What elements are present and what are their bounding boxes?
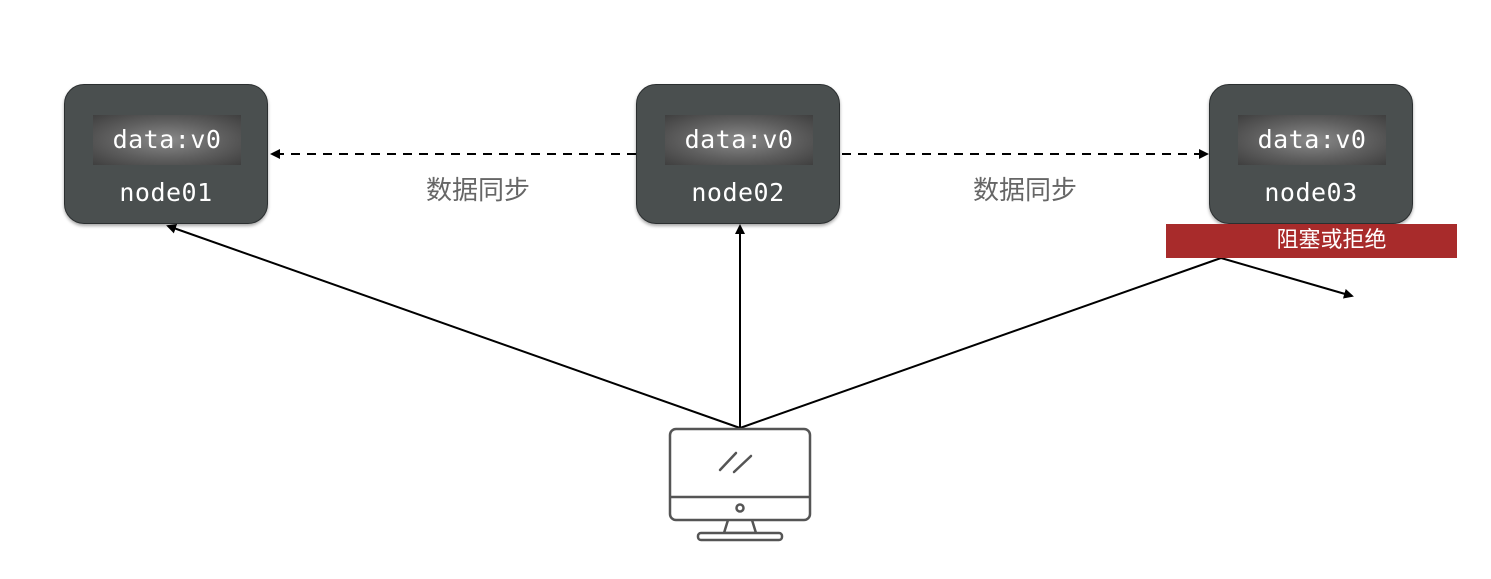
node03-data-value: data:v0 [1238, 115, 1386, 165]
node01-label: node01 [119, 178, 213, 207]
request-line-to-block [739, 257, 1222, 429]
request-arrow-to-node01 [166, 223, 741, 429]
node03-box: data:v0 node03 [1209, 84, 1413, 224]
sync-label-left: 数据同步 [425, 176, 530, 206]
computer-monitor-icon [668, 427, 812, 542]
sync-label-right: 数据同步 [972, 176, 1077, 206]
node01-data-value: data:v0 [93, 115, 241, 165]
node02-data-value: data:v0 [665, 115, 813, 165]
node02-box: data:v0 node02 [636, 84, 840, 224]
node02-label: node02 [691, 178, 785, 207]
rejected-arrow [1220, 257, 1354, 299]
node03-label: node03 [1264, 178, 1358, 207]
node01-box: data:v0 node01 [64, 84, 268, 224]
block-reject-badge: 阻塞或拒绝 [1166, 224, 1457, 258]
